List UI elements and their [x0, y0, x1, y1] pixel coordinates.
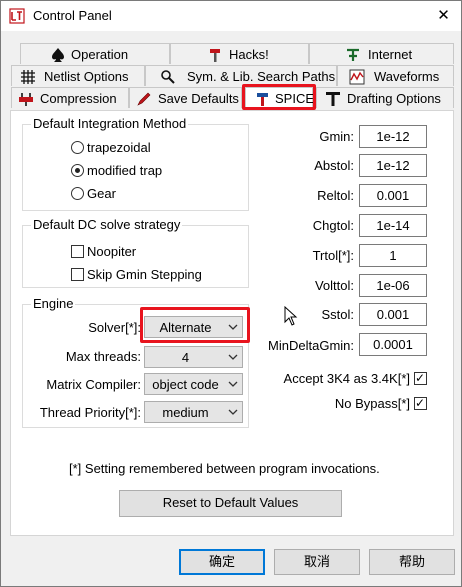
cancel-button[interactable]: 取消 [274, 549, 360, 575]
window-title: Control Panel [33, 8, 112, 23]
no-bypass-checkbox[interactable] [414, 395, 427, 411]
matrix-compiler-value: object code [152, 377, 219, 392]
radio-modified-trap[interactable] [71, 164, 84, 177]
press-icon [19, 93, 33, 106]
control-panel-window: Control Panel ✕ Operation Hacks! Interne… [0, 0, 462, 587]
mouse-pointer-icon [284, 306, 298, 326]
app-icon [9, 8, 25, 24]
reltol-label: Reltol: [317, 188, 354, 203]
tab-save-defaults-label: Save Defaults [158, 91, 239, 106]
spade-icon [52, 48, 64, 62]
tab-save-defaults[interactable]: Save Defaults [129, 87, 242, 108]
waveform-icon [349, 69, 365, 85]
title-bar: Control Panel ✕ [1, 1, 461, 31]
chgtol-label: Chgtol: [312, 218, 354, 233]
max-threads-select[interactable]: 4 [144, 346, 243, 368]
accept-3k4-label: Accept 3K4 as 3.4K[*] [283, 371, 410, 386]
pencil-icon [137, 92, 151, 106]
radio-modified-trap-label: modified trap [87, 163, 163, 178]
tab-hacks-label: Hacks! [229, 47, 269, 62]
radio-gear-label: Gear [87, 186, 116, 201]
chgtol-field[interactable]: 1e-14 [359, 214, 427, 237]
abstol-field[interactable]: 1e-12 [359, 154, 427, 177]
sstol-label: Sstol: [321, 307, 354, 322]
tab-waveforms-label: Waveforms [374, 69, 440, 84]
matrix-compiler-label: Matrix Compiler: [46, 377, 141, 392]
tab-operation-label: Operation [71, 47, 129, 62]
abstol-label: Abstol: [314, 158, 354, 173]
chevron-down-icon [228, 354, 238, 360]
gmin-label: Gmin: [319, 129, 354, 144]
accept-3k4-checkbox[interactable] [414, 370, 427, 386]
chevron-down-icon [228, 381, 238, 387]
thread-priority-select[interactable]: medium [144, 401, 243, 423]
tab-operation[interactable]: Operation [20, 43, 170, 64]
magnifier-icon [161, 70, 175, 84]
skip-gmin-label: Skip Gmin Stepping [87, 267, 202, 282]
max-threads-label: Max threads: [65, 349, 141, 364]
integration-method-title: Default Integration Method [31, 116, 189, 131]
help-button[interactable]: 帮助 [369, 549, 455, 575]
noopiter-checkbox[interactable] [71, 245, 84, 258]
engine-title: Engine [31, 296, 76, 311]
matrix-compiler-select[interactable]: object code [144, 373, 243, 395]
tab-drafting-options[interactable]: Drafting Options [316, 87, 454, 108]
trtol-field[interactable]: 1 [359, 244, 427, 267]
gmin-field[interactable]: 1e-12 [359, 125, 427, 148]
reset-defaults-button[interactable]: Reset to Default Values [119, 490, 342, 517]
tab-compression[interactable]: Compression [11, 87, 129, 108]
tab-netlist-options-label: Netlist Options [44, 69, 129, 84]
t-square-icon [326, 92, 340, 106]
tab-search-paths-label: Sym. & Lib. Search Paths [187, 69, 336, 84]
skip-gmin-checkbox[interactable] [71, 268, 84, 281]
spice-tab-highlight [242, 84, 316, 110]
dc-solve-title: Default DC solve strategy [31, 217, 183, 232]
remembered-note: [*] Setting remembered between program i… [69, 461, 380, 476]
sstol-field[interactable]: 0.001 [359, 303, 427, 326]
thread-priority-value: medium [162, 405, 209, 420]
no-bypass-label: No Bypass[*] [334, 396, 410, 411]
tab-netlist-options[interactable]: Netlist Options [11, 65, 145, 86]
mindeltagmin-field[interactable]: 0.0001 [359, 333, 427, 356]
volttol-label: Volttol: [314, 278, 354, 293]
radio-trapezoidal-label: trapezoidal [87, 140, 151, 155]
close-icon: ✕ [437, 7, 450, 24]
ok-button[interactable]: 确定 [179, 549, 265, 575]
volttol-field[interactable]: 1e-06 [359, 274, 427, 297]
noopiter-label: Noopiter [87, 244, 137, 259]
tab-internet[interactable]: Internet [309, 43, 454, 64]
tab-internet-label: Internet [368, 47, 413, 62]
tab-search-paths[interactable]: Sym. & Lib. Search Paths [145, 65, 337, 86]
solver-highlight [140, 307, 250, 343]
tab-compression-label: Compression [40, 91, 117, 106]
solver-label: Solver[*]: [88, 320, 141, 335]
max-threads-value: 4 [181, 350, 190, 365]
mindeltagmin-label: MinDeltaGmin: [268, 338, 354, 353]
hammer-icon [210, 49, 220, 62]
thread-priority-label: Thread Priority[*]: [39, 405, 141, 420]
radio-trapezoidal[interactable] [71, 141, 84, 154]
tab-waveforms[interactable]: Waveforms [337, 65, 454, 86]
radio-gear[interactable] [71, 187, 84, 200]
tab-hacks[interactable]: Hacks! [170, 43, 309, 64]
grid-icon [21, 70, 35, 84]
trtol-label: Trtol[*]: [312, 248, 354, 263]
chevron-down-icon [228, 409, 238, 415]
close-button[interactable]: ✕ [426, 1, 461, 31]
tab-drafting-options-label: Drafting Options [347, 91, 441, 106]
network-icon [347, 48, 359, 61]
reltol-field[interactable]: 0.001 [359, 184, 427, 207]
